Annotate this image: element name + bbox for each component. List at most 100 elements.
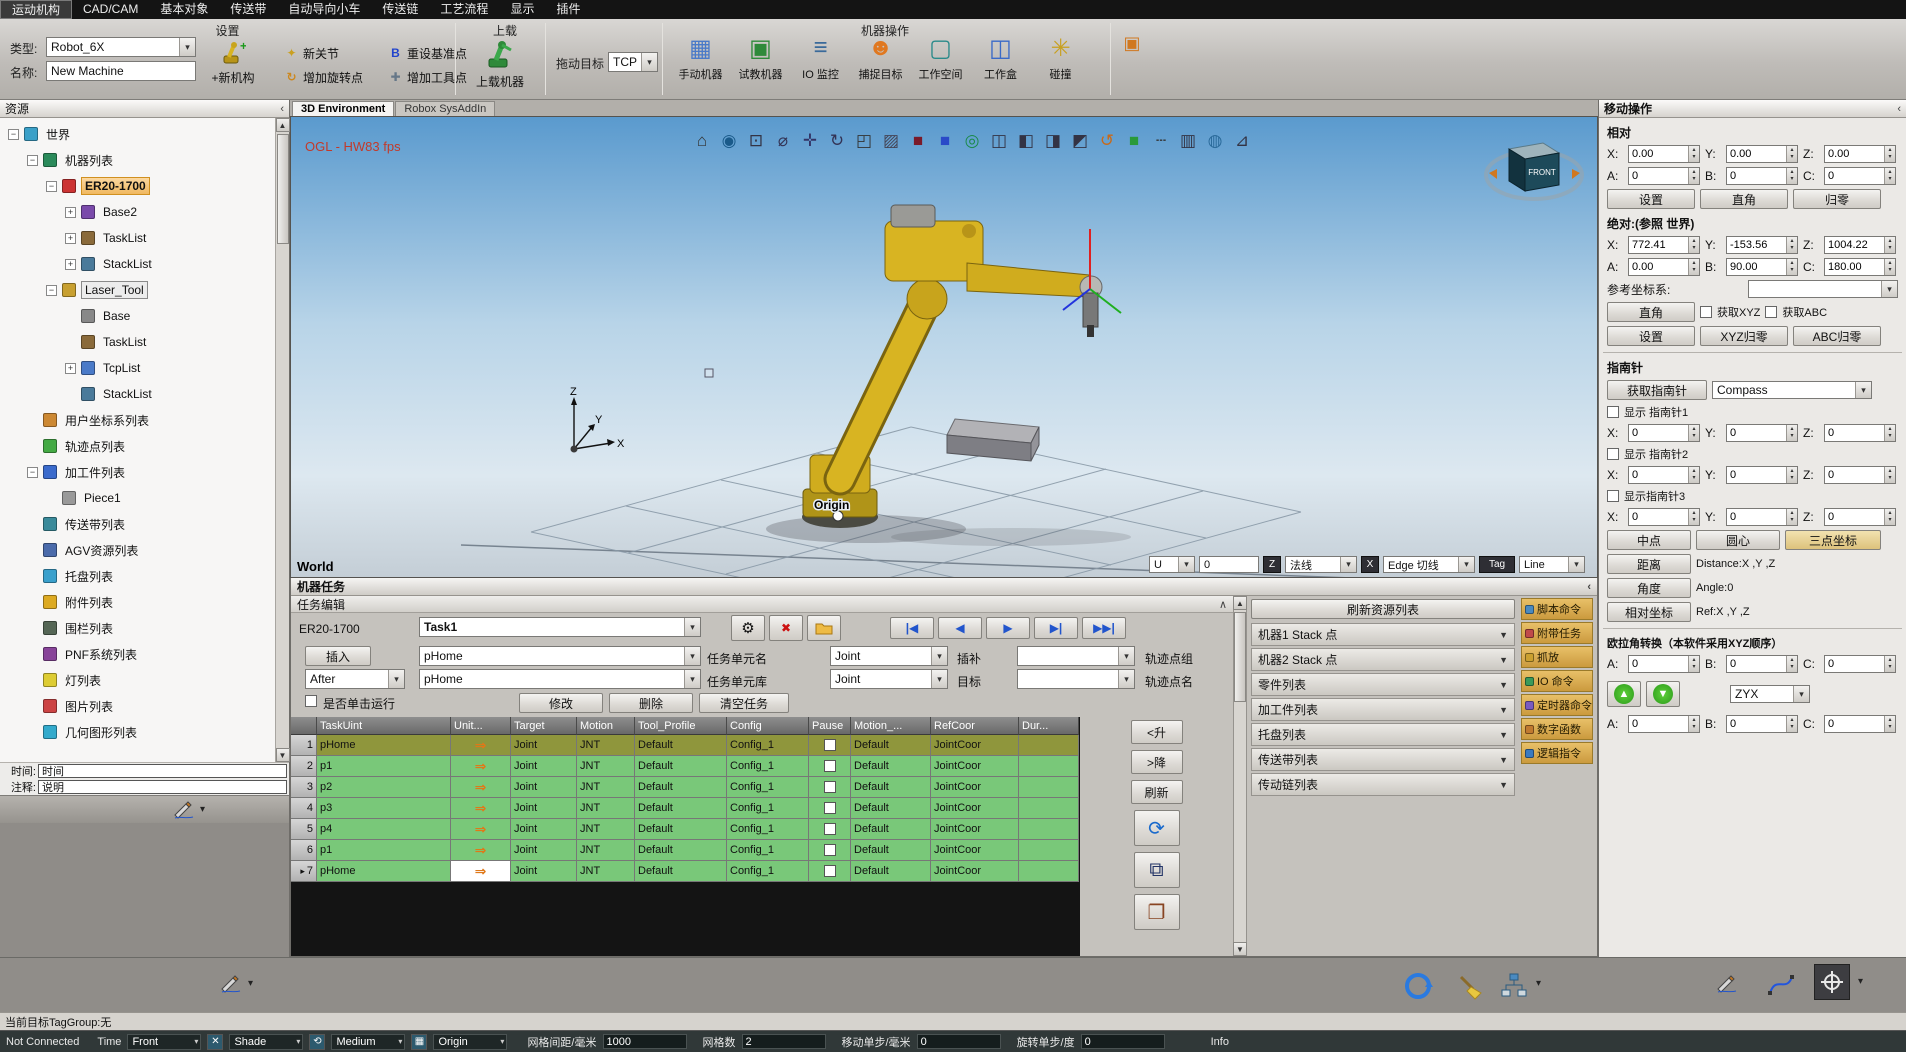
spinner-icons[interactable]: ▴▾ bbox=[1884, 656, 1895, 672]
show-compass2-checkbox[interactable] bbox=[1607, 448, 1619, 460]
scroll-down-icon[interactable]: ▼ bbox=[1233, 942, 1247, 956]
scroll-thumb[interactable] bbox=[277, 134, 289, 244]
green-square-icon[interactable]: ■ bbox=[1122, 129, 1146, 153]
machine-name-input[interactable]: New Machine bbox=[46, 61, 196, 81]
tree-item-TaskList[interactable]: +TaskList bbox=[0, 225, 275, 251]
tab-3d-environment[interactable]: 3D Environment bbox=[292, 101, 394, 116]
upload-machine-button[interactable]: 上载机器 bbox=[460, 33, 540, 95]
delete-button[interactable]: 删除 bbox=[609, 693, 693, 713]
blue-square-icon[interactable]: ■ bbox=[933, 129, 957, 153]
task-cell[interactable]: JointCoor bbox=[931, 798, 1019, 819]
chevron-down-icon[interactable]: ▼ bbox=[1499, 630, 1508, 640]
distance-button[interactable]: 距离 bbox=[1607, 554, 1691, 574]
clip-box-icon[interactable]: ◫ bbox=[987, 129, 1011, 153]
table-column-header-Config[interactable]: Config bbox=[727, 717, 809, 735]
clear-task-button[interactable]: 清空任务 bbox=[699, 693, 789, 713]
centerline-icon[interactable]: ┄ bbox=[1149, 129, 1173, 153]
line-select[interactable]: Line bbox=[1519, 556, 1585, 573]
pause-checkbox[interactable] bbox=[824, 865, 836, 877]
rotate-view-icon[interactable]: ↻ bbox=[825, 129, 849, 153]
spinner-icons[interactable]: ▴▾ bbox=[1884, 509, 1895, 525]
task-cell[interactable]: Default bbox=[635, 819, 727, 840]
table-column-header-RefCoor[interactable]: RefCoor bbox=[931, 717, 1019, 735]
spinner-icons[interactable]: ▴▾ bbox=[1786, 146, 1797, 162]
signature-dropdown-icon[interactable]: ▾ bbox=[200, 804, 205, 815]
op-button-2[interactable]: ≡IO 监控 bbox=[792, 32, 849, 94]
tree-expander-icon[interactable]: + bbox=[65, 207, 76, 218]
circle-center-button[interactable]: 圆心 bbox=[1696, 530, 1780, 550]
pause-checkbox[interactable] bbox=[824, 781, 836, 793]
compass-select[interactable]: Compass bbox=[1712, 381, 1872, 399]
tree-expander-icon[interactable]: − bbox=[46, 285, 57, 296]
single-run-checkbox[interactable] bbox=[305, 695, 317, 707]
ribbon-extra-icon[interactable]: ▣ bbox=[1120, 31, 1144, 55]
scroll-up-icon[interactable]: ▲ bbox=[276, 118, 290, 132]
pause-cell[interactable] bbox=[809, 798, 851, 819]
note-input[interactable]: 说明 bbox=[38, 780, 287, 794]
clear-trace-icon[interactable] bbox=[1452, 968, 1488, 1004]
spinner-icons[interactable]: ▴▾ bbox=[1688, 467, 1699, 483]
chevron-down-icon[interactable]: ▼ bbox=[1499, 780, 1508, 790]
origin-select[interactable]: Origin bbox=[433, 1034, 507, 1050]
table-column-header-num[interactable] bbox=[291, 717, 317, 735]
menu-item-3[interactable]: 传送带 bbox=[219, 0, 277, 19]
fit-view-icon[interactable]: ◰ bbox=[852, 129, 876, 153]
menu-item-2[interactable]: 基本对象 bbox=[149, 0, 219, 19]
spinner-icons[interactable]: ▴▾ bbox=[1786, 237, 1797, 253]
menu-item-7[interactable]: 显示 bbox=[499, 0, 545, 19]
signature-icon[interactable] bbox=[1712, 970, 1742, 998]
quality-select[interactable]: Medium bbox=[331, 1034, 405, 1050]
tree-item-围栏列表[interactable]: 围栏列表 bbox=[0, 615, 275, 641]
spinner-icons[interactable]: ▴▾ bbox=[1688, 425, 1699, 441]
task-cell[interactable]: Default bbox=[851, 735, 931, 756]
next-button[interactable]: ▶| bbox=[1034, 617, 1078, 639]
task-cell[interactable]: JointCoor bbox=[931, 819, 1019, 840]
task-cell[interactable] bbox=[1019, 861, 1079, 882]
spinner-icons[interactable]: ▴▾ bbox=[1688, 509, 1699, 525]
scroll-down-icon[interactable]: ▼ bbox=[276, 748, 290, 762]
home-icon[interactable]: ⌂ bbox=[690, 129, 714, 153]
pause-checkbox[interactable] bbox=[824, 739, 836, 751]
op-button-0[interactable]: ▦手动机器 bbox=[672, 32, 729, 94]
pause-cell[interactable] bbox=[809, 777, 851, 798]
task-panel-scrollbar[interactable]: ▲ ▼ bbox=[1233, 596, 1247, 956]
pause-cell[interactable] bbox=[809, 861, 851, 882]
task-cell[interactable]: Config_1 bbox=[727, 798, 809, 819]
tree-item-Base[interactable]: Base bbox=[0, 303, 275, 329]
center-target-icon[interactable]: ◎ bbox=[960, 129, 984, 153]
euler-order-select[interactable]: ZYX bbox=[1730, 685, 1810, 703]
clip-plane-x-icon[interactable]: ◧ bbox=[1014, 129, 1038, 153]
menu-item-4[interactable]: 自动导向小车 bbox=[277, 0, 371, 19]
scroll-thumb[interactable] bbox=[1234, 612, 1246, 702]
show-compass3-checkbox[interactable] bbox=[1607, 490, 1619, 502]
tree-item-Base2[interactable]: +Base2 bbox=[0, 199, 275, 225]
ref-coord-select[interactable] bbox=[1748, 280, 1898, 298]
spinner-icons[interactable]: ▴▾ bbox=[1786, 656, 1797, 672]
task-cell[interactable]: Joint bbox=[511, 840, 577, 861]
copy-row-icon[interactable]: ⧉ bbox=[1134, 852, 1180, 888]
unit-cell[interactable]: ⇒ bbox=[451, 735, 511, 756]
grid-spacing-input[interactable]: 1000 bbox=[603, 1034, 687, 1049]
ribbon-button-2[interactable]: ↻增加旋转点 bbox=[284, 65, 380, 89]
task-cell[interactable]: Config_1 bbox=[727, 840, 809, 861]
edge-select[interactable]: Edge 切线 bbox=[1383, 556, 1475, 573]
tree-item-附件列表[interactable]: 附件列表 bbox=[0, 589, 275, 615]
unit-lib-select[interactable]: pHome bbox=[419, 669, 701, 689]
row-number-cell[interactable]: 3 bbox=[291, 777, 317, 798]
unit-cell[interactable]: ⇒ bbox=[451, 756, 511, 777]
table-column-header-Tool_Profile[interactable]: Tool_Profile bbox=[635, 717, 727, 735]
op-button-6[interactable]: ✳碰撞 bbox=[1032, 32, 1089, 94]
task-cell[interactable]: Joint bbox=[511, 777, 577, 798]
tree-scrollbar[interactable]: ▲ ▼ bbox=[275, 118, 289, 762]
tree-item-图片列表[interactable]: 图片列表 bbox=[0, 693, 275, 719]
signature-icon[interactable] bbox=[172, 800, 196, 820]
prev-button[interactable]: ◀ bbox=[938, 617, 982, 639]
flowchart-icon[interactable] bbox=[1498, 970, 1530, 1002]
tree-item-TaskList[interactable]: TaskList bbox=[0, 329, 275, 355]
close-box-icon[interactable]: ✕ bbox=[207, 1034, 223, 1050]
tree-item-灯列表[interactable]: 灯列表 bbox=[0, 667, 275, 693]
target-select[interactable]: Joint bbox=[830, 669, 948, 689]
task-settings-button[interactable]: ⚙ bbox=[731, 615, 765, 641]
tree-item-AGV资源列表[interactable]: AGV资源列表 bbox=[0, 537, 275, 563]
spinner-icons[interactable]: ▴▾ bbox=[1786, 168, 1797, 184]
